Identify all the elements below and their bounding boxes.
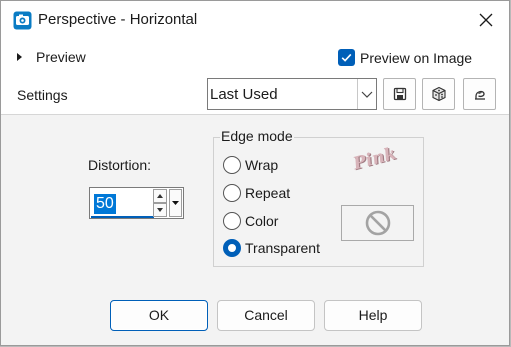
preview-label: Preview xyxy=(36,49,86,65)
arrow-up-icon xyxy=(157,194,163,198)
radio-wrap[interactable]: Wrap xyxy=(223,156,278,174)
radio-transparent-label: Transparent xyxy=(245,240,320,256)
chevron-down-icon xyxy=(361,91,373,98)
settings-strip: Preview Preview on Image Settings Last U… xyxy=(1,39,509,115)
close-icon[interactable] xyxy=(471,6,501,34)
radio-wrap-label: Wrap xyxy=(245,157,279,173)
radio-repeat-label: Repeat xyxy=(245,185,291,201)
randomize-icon xyxy=(474,90,485,100)
radio-transparent-indicator xyxy=(223,239,241,257)
focus-underline xyxy=(91,216,154,218)
edge-mode-title: Edge mode xyxy=(220,128,294,144)
cancel-button[interactable]: Cancel xyxy=(217,300,315,331)
settings-label: Settings xyxy=(17,87,68,103)
edge-color-swatch xyxy=(341,205,414,241)
radio-color-indicator xyxy=(223,212,241,230)
title-bar: Perspective - Horizontal xyxy=(1,1,509,39)
radio-transparent[interactable]: Transparent xyxy=(223,239,320,257)
preset-dropdown[interactable]: Last Used xyxy=(207,78,377,110)
no-symbol-icon xyxy=(365,210,390,236)
app-icon xyxy=(13,11,32,30)
distortion-spinbox: 50 xyxy=(89,187,184,219)
radio-color[interactable]: Color xyxy=(223,212,278,230)
distortion-slider-dropdown[interactable] xyxy=(169,189,182,217)
perspective-dialog: Perspective - Horizontal Preview Preview… xyxy=(0,0,510,346)
preview-on-image-label: Preview on Image xyxy=(360,49,473,66)
increment-button[interactable] xyxy=(153,189,167,203)
distortion-value: 50 xyxy=(96,195,114,212)
reset-defaults-button[interactable] xyxy=(422,78,455,110)
preset-value: Last Used xyxy=(210,86,278,103)
dropdown-divider xyxy=(357,79,358,109)
triangle-down-icon xyxy=(172,201,179,205)
reset-cube-icon xyxy=(431,86,446,102)
radio-repeat[interactable]: Repeat xyxy=(223,184,290,202)
save-preset-icon xyxy=(393,87,406,101)
ok-button[interactable]: OK xyxy=(110,300,208,331)
decrement-button[interactable] xyxy=(153,203,167,217)
radio-color-label: Color xyxy=(245,213,279,229)
checkbox-checked-icon xyxy=(338,49,355,66)
radio-wrap-indicator xyxy=(223,156,241,174)
help-button[interactable]: Help xyxy=(324,300,422,331)
triangle-right-icon xyxy=(17,53,22,61)
distortion-label: Distortion: xyxy=(88,157,152,173)
radio-repeat-indicator xyxy=(223,184,241,202)
preview-on-image-checkbox[interactable]: Preview on Image xyxy=(338,49,472,66)
save-preset-button[interactable] xyxy=(383,78,416,110)
window-title: Perspective - Horizontal xyxy=(38,11,198,28)
arrow-down-icon xyxy=(157,208,163,212)
preview-expander[interactable]: Preview xyxy=(17,49,86,65)
randomize-button[interactable] xyxy=(463,78,496,110)
